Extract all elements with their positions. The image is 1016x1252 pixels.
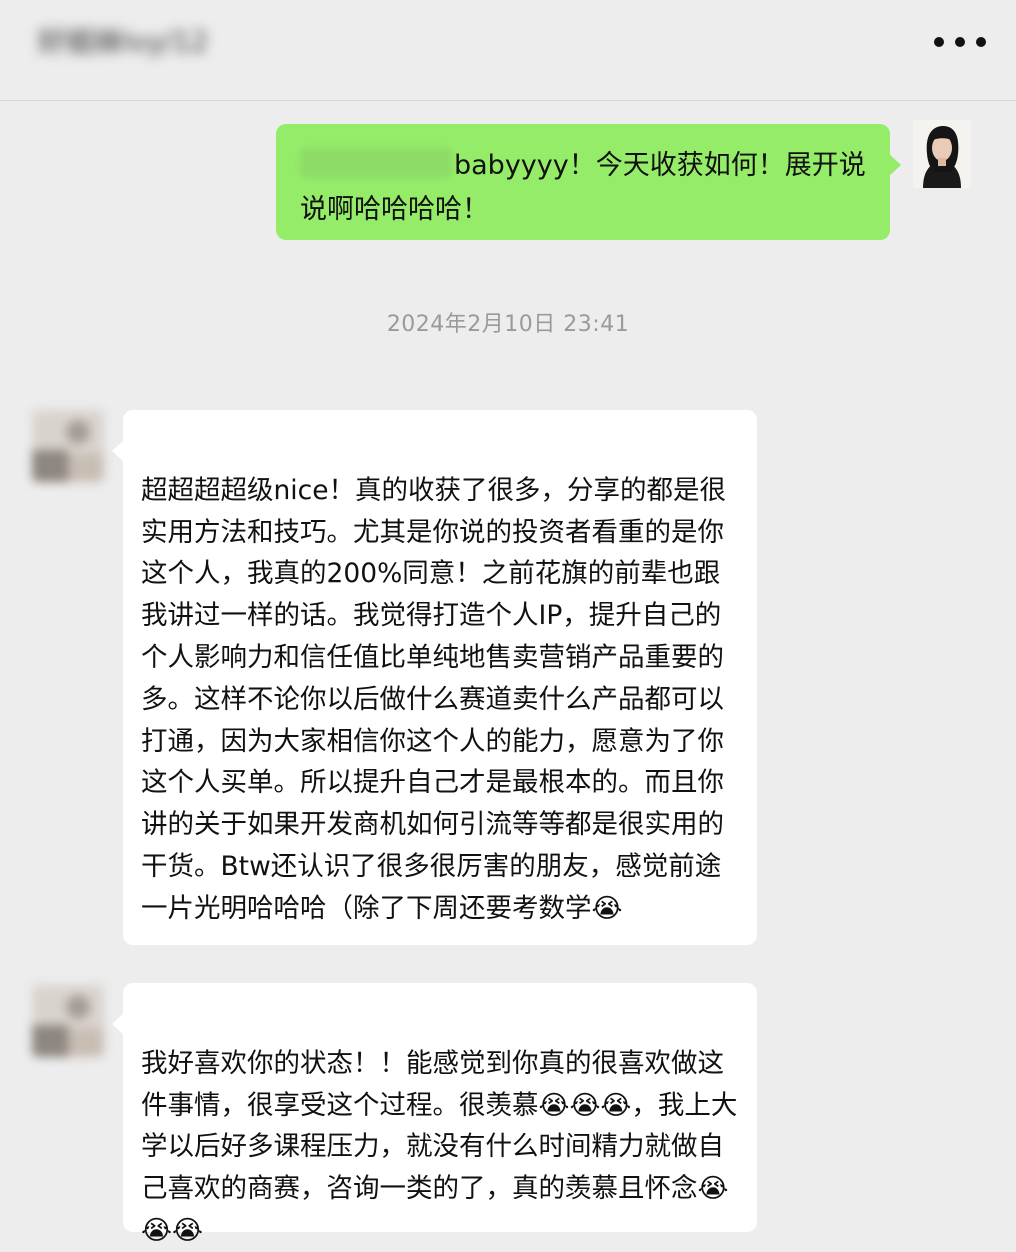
message-text: 超超超超级nice！真的收获了很多，分享的都是很实用方法和技巧。尤其是你说的投资… [141,474,727,924]
outgoing-message-bubble[interactable]: babyyyy！今天收获如何！展开说说啊哈哈哈哈！ [276,124,901,240]
incoming-message-bubble[interactable]: 超超超超级nice！真的收获了很多，分享的都是很实用方法和技巧。尤其是你说的投资… [112,410,757,945]
more-options-button[interactable] [934,22,986,62]
message-timestamp: 2024年2月10日 23:41 [386,312,630,337]
more-dots-icon [955,37,965,47]
chat-title: 好姐妹Ivy/12 [38,25,209,58]
user-avatar-photo-icon [913,120,971,188]
contact-avatar-blurred-icon [32,410,104,482]
more-dots-icon [976,37,986,47]
user-avatar[interactable] [913,120,971,188]
message-text: 我好喜欢你的状态！！能感觉到你真的很喜欢做这件事情，很享受这个过程。很羡慕😭😭😭… [141,1047,738,1246]
contact-avatar[interactable] [32,410,104,482]
contact-avatar[interactable] [32,985,104,1057]
redacted-name [300,148,452,178]
contact-avatar-blurred-icon [32,985,104,1057]
more-dots-icon [934,37,944,47]
chat-header: 好姐妹Ivy/12 [0,0,1016,101]
incoming-message-bubble[interactable]: 我好喜欢你的状态！！能感觉到你真的很喜欢做这件事情，很享受这个过程。很羡慕😭😭😭… [112,983,757,1246]
